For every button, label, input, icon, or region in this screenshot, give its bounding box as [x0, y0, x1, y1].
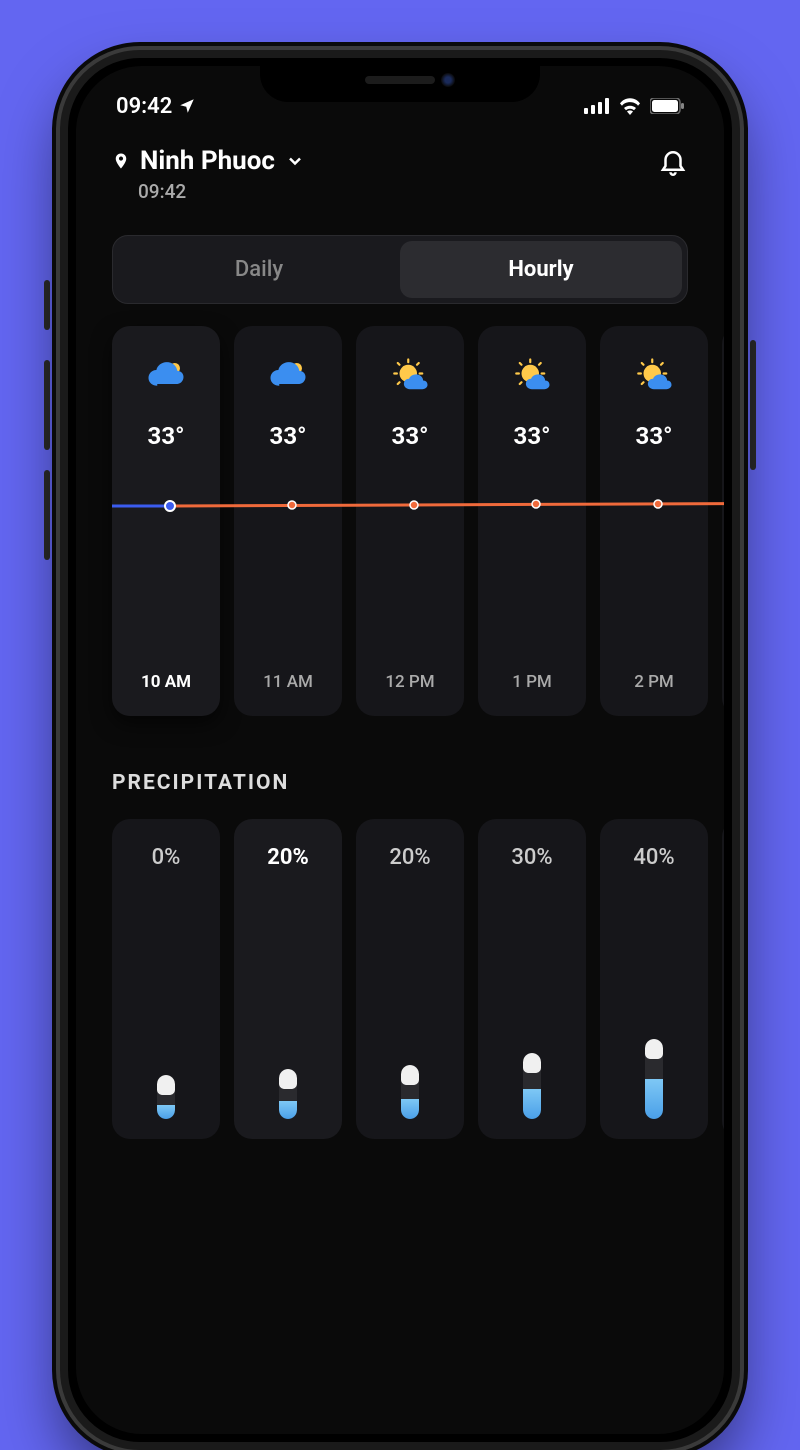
gauge-cap	[279, 1069, 297, 1089]
precipitation-percentage: 30%	[511, 845, 552, 870]
phone-camera	[441, 73, 455, 87]
hour-time-label: 12 PM	[385, 672, 434, 692]
precipitation-gauge	[279, 1069, 297, 1119]
location-selector[interactable]: Ninh Phuoc	[112, 146, 305, 176]
gauge-fill	[157, 1105, 175, 1119]
cellular-signal-icon	[584, 98, 610, 114]
phone-mute-switch	[44, 280, 50, 330]
precipitation-gauge	[645, 1039, 663, 1119]
precipitation-percentage: 40%	[633, 845, 674, 870]
precipitation-card[interactable]: 20%	[356, 819, 464, 1139]
hour-card[interactable]: 33°3 PM	[722, 326, 724, 716]
hour-card[interactable]: 33° 12 PM	[356, 326, 464, 716]
phone-power-button	[750, 340, 756, 470]
weather-condition-icon	[389, 356, 431, 398]
hour-temperature: 33°	[148, 422, 185, 450]
tab-hourly[interactable]: Hourly	[400, 241, 682, 298]
location-services-icon	[178, 97, 196, 115]
app-header: Ninh Phuoc 09:42	[76, 126, 724, 213]
hour-card[interactable]: 33° 10 AM	[112, 326, 220, 716]
phone-volume-down	[44, 470, 50, 560]
phone-frame: 09:42 Ninh Ph	[60, 50, 740, 1450]
hourly-forecast-scroll[interactable]: 33°10 AM33°11 AM33°12 PM33°1 PM33°2 PM33…	[76, 326, 724, 716]
precipitation-scroll[interactable]: 0% 20% 20% 30% 40%	[76, 819, 724, 1139]
battery-icon	[650, 98, 684, 114]
hour-temperature: 33°	[392, 422, 429, 450]
weather-condition-icon	[633, 356, 675, 398]
precipitation-gauge	[523, 1053, 541, 1119]
hour-temperature: 33°	[514, 422, 551, 450]
phone-speaker	[365, 76, 435, 84]
gauge-fill	[523, 1089, 541, 1119]
gauge-fill	[401, 1099, 419, 1119]
hour-temperature: 33°	[636, 422, 673, 450]
hour-time-label: 2 PM	[634, 672, 674, 692]
precipitation-card[interactable]	[722, 819, 724, 1139]
weather-condition-icon	[145, 356, 187, 398]
weather-condition-icon	[267, 356, 309, 398]
wifi-icon	[618, 97, 642, 115]
forecast-tabs: Daily Hourly	[112, 235, 688, 304]
gauge-fill	[645, 1079, 663, 1119]
gauge-fill	[279, 1101, 297, 1119]
gauge-cap	[645, 1039, 663, 1059]
gauge-cap	[401, 1065, 419, 1085]
hour-temperature: 33°	[270, 422, 307, 450]
precipitation-percentage: 20%	[389, 845, 430, 870]
precipitation-card[interactable]: 30%	[478, 819, 586, 1139]
notifications-bell-icon[interactable]	[658, 146, 688, 176]
hour-time-label: 11 AM	[263, 672, 313, 692]
hour-time-label: 1 PM	[512, 672, 552, 692]
precipitation-section-title: PRECIPITATION	[76, 716, 724, 819]
precipitation-card[interactable]: 20%	[234, 819, 342, 1139]
precipitation-percentage: 20%	[267, 845, 309, 870]
tab-daily[interactable]: Daily	[118, 241, 400, 298]
phone-volume-up	[44, 360, 50, 450]
hour-card[interactable]: 33° 11 AM	[234, 326, 342, 716]
gauge-cap	[523, 1053, 541, 1073]
pin-icon	[112, 150, 130, 172]
location-name: Ninh Phuoc	[140, 146, 275, 176]
precipitation-percentage: 0%	[152, 845, 181, 870]
hour-time-label: 10 AM	[141, 672, 191, 692]
precipitation-card[interactable]: 40%	[600, 819, 708, 1139]
precipitation-card[interactable]: 0%	[112, 819, 220, 1139]
precipitation-gauge	[157, 1075, 175, 1119]
hour-card[interactable]: 33° 2 PM	[600, 326, 708, 716]
location-local-time: 09:42	[138, 180, 305, 203]
status-time: 09:42	[116, 94, 172, 119]
hour-card[interactable]: 33° 1 PM	[478, 326, 586, 716]
chevron-down-icon	[285, 151, 305, 171]
precipitation-gauge	[401, 1065, 419, 1119]
gauge-cap	[157, 1075, 175, 1095]
phone-notch	[260, 58, 540, 102]
app-screen: 09:42 Ninh Ph	[76, 66, 724, 1434]
weather-condition-icon	[511, 356, 553, 398]
